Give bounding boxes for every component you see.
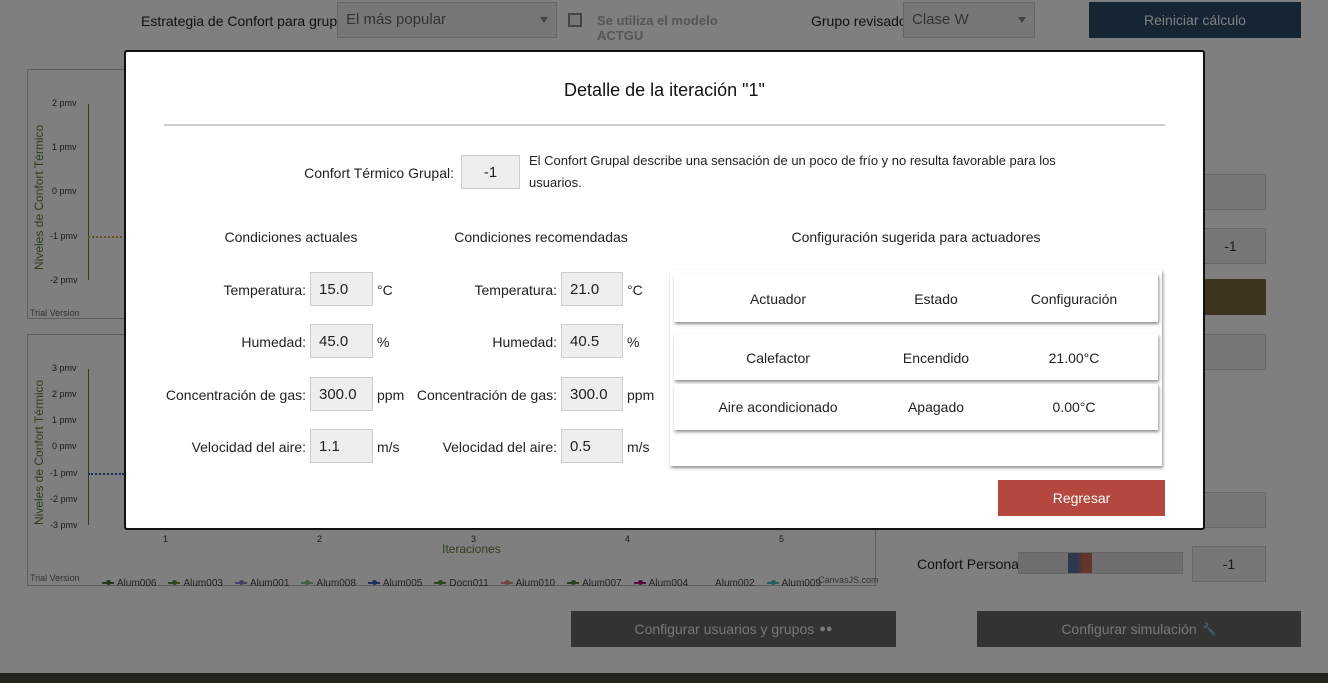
recommended-temperature-value: 21.0 xyxy=(570,280,600,298)
actuator-state: Encendido xyxy=(902,350,970,366)
column-header-actuator: Actuador xyxy=(749,291,807,307)
recommended-humidity-field[interactable]: 40.5 xyxy=(561,324,623,358)
recommended-gas-field[interactable]: 300.0 xyxy=(561,377,623,411)
group-comfort-text: -1 xyxy=(483,163,498,181)
recommended-humidity-unit: % xyxy=(627,334,640,350)
current-gas-value: 300.0 xyxy=(319,385,357,403)
current-airspeed-field[interactable]: 1.1 xyxy=(310,429,373,463)
current-humidity-label: Humedad: xyxy=(241,334,306,350)
recommended-airspeed-field[interactable]: 0.5 xyxy=(561,429,623,463)
back-button[interactable]: Regresar xyxy=(998,480,1165,516)
actuator-state: Apagado xyxy=(907,399,965,415)
actuator-name: Calefactor xyxy=(746,350,810,366)
recommended-humidity-label: Humedad: xyxy=(492,334,557,350)
group-comfort-description: El Confort Grupal describe una sensación… xyxy=(529,153,1056,190)
table-row: Calefactor Encendido 21.00°C xyxy=(674,334,1158,380)
recommended-gas-unit: ppm xyxy=(627,387,655,403)
table-row: Aire acondicionado Apagado 0.00°C xyxy=(674,384,1158,430)
current-temperature-value: 15.0 xyxy=(319,280,349,298)
modal-title: Detalle de la iteración "1" xyxy=(564,80,765,100)
recommended-conditions-heading: Condiciones recomendadas xyxy=(454,229,628,245)
actuator-name: Aire acondicionado xyxy=(718,399,838,415)
recommended-temperature-unit: °C xyxy=(627,282,643,298)
recommended-gas-label: Concentración de gas: xyxy=(416,387,557,403)
current-airspeed-label: Velocidad del aire: xyxy=(191,439,306,455)
recommended-humidity-value: 40.5 xyxy=(570,332,600,350)
actuators-header-row: Actuador Estado Configuración xyxy=(674,274,1158,322)
column-header-state: Estado xyxy=(914,291,958,307)
current-humidity-value: 45.0 xyxy=(319,332,349,350)
recommended-airspeed-value: 0.5 xyxy=(570,437,591,455)
modal-divider xyxy=(164,124,1165,126)
current-temperature-unit: °C xyxy=(377,282,393,298)
current-conditions-heading: Condiciones actuales xyxy=(224,229,358,245)
current-gas-field[interactable]: 300.0 xyxy=(310,377,373,411)
group-comfort-label: Confort Térmico Grupal: xyxy=(304,165,454,181)
current-humidity-unit: % xyxy=(377,334,390,350)
recommended-airspeed-unit: m/s xyxy=(627,439,650,455)
actuator-config: 21.00°C xyxy=(1048,350,1100,366)
actuators-heading: Configuración sugerida para actuadores xyxy=(791,229,1041,245)
current-airspeed-value: 1.1 xyxy=(319,437,340,455)
actuator-config: 0.00°C xyxy=(1052,399,1096,415)
group-comfort-value[interactable]: -1 xyxy=(461,155,520,189)
current-humidity-field[interactable]: 45.0 xyxy=(310,324,373,358)
current-temperature-label: Temperatura: xyxy=(223,282,306,298)
recommended-gas-value: 300.0 xyxy=(570,385,608,403)
current-gas-label: Concentración de gas: xyxy=(165,387,306,403)
current-temperature-field[interactable]: 15.0 xyxy=(310,272,373,306)
recommended-temperature-label: Temperatura: xyxy=(474,282,557,298)
iteration-detail-modal: Detalle de la iteración "1" Confort Térm… xyxy=(124,50,1205,530)
recommended-airspeed-label: Velocidad del aire: xyxy=(442,439,557,455)
recommended-temperature-field[interactable]: 21.0 xyxy=(561,272,623,306)
column-header-config: Configuración xyxy=(1030,291,1118,307)
